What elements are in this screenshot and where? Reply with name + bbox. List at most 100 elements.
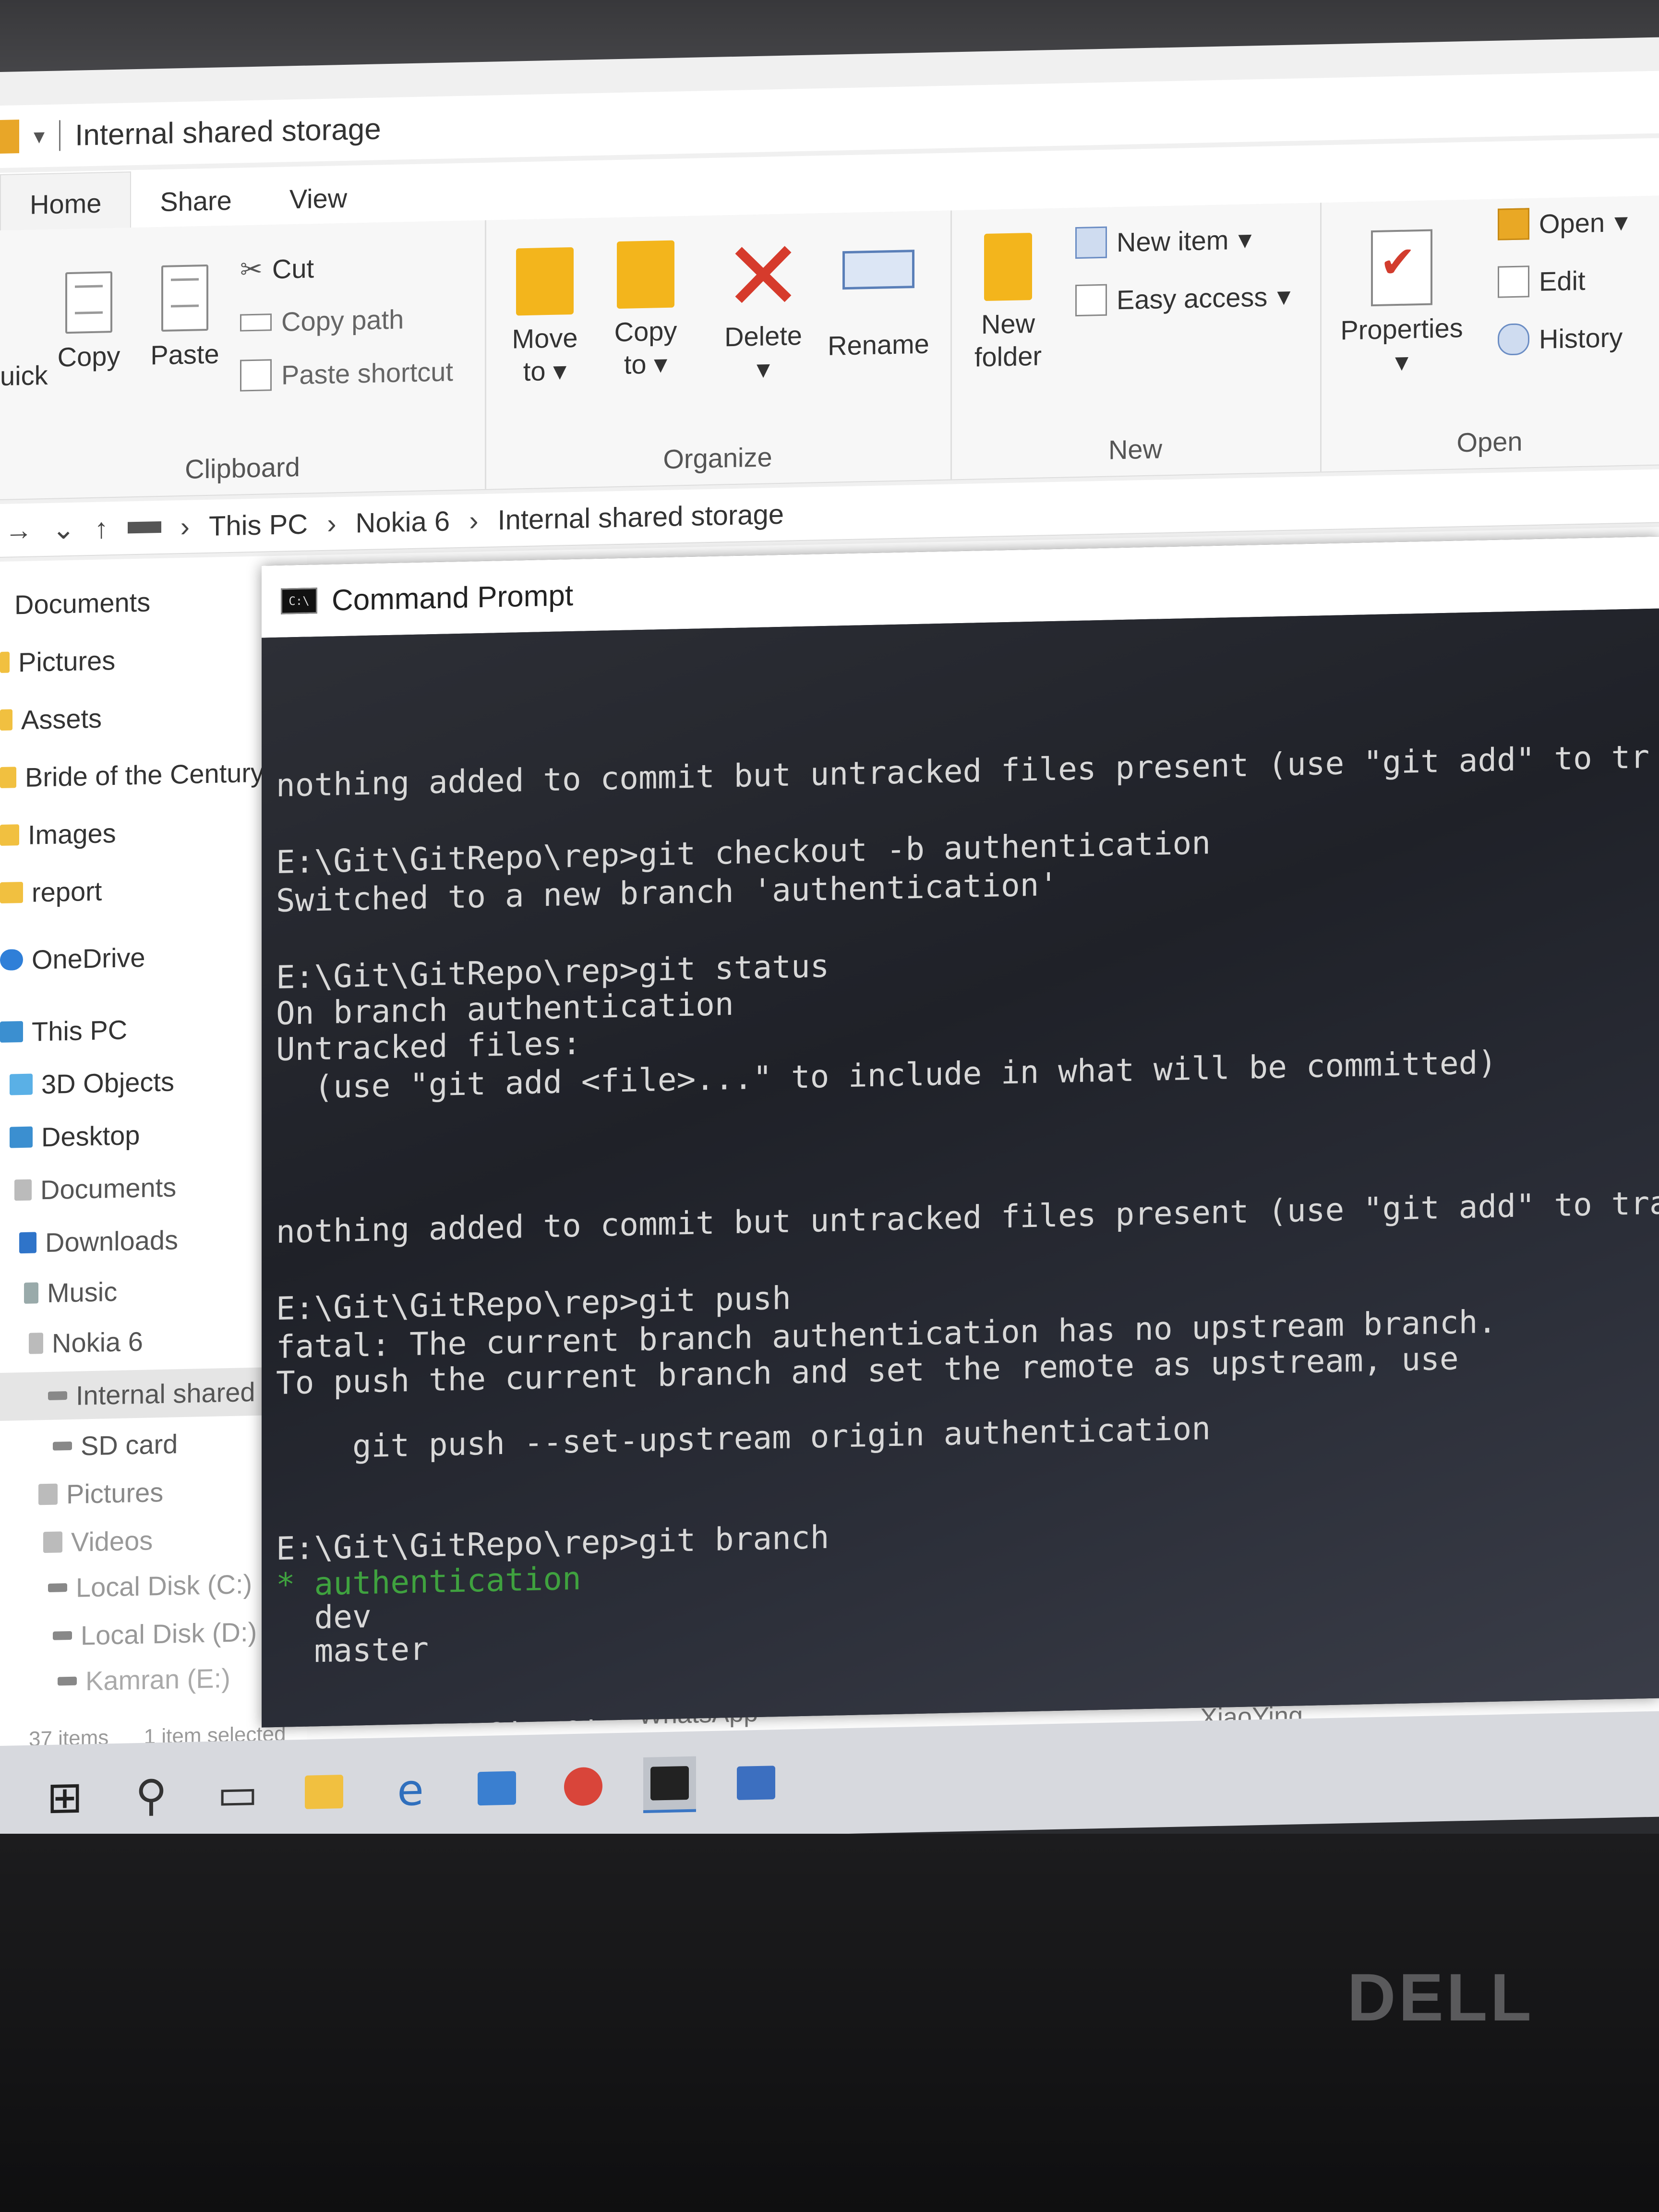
rename-button[interactable]: Rename: [821, 230, 936, 362]
open-button[interactable]: Open ▾: [1498, 206, 1628, 240]
properties-label: Properties: [1340, 313, 1463, 346]
copy-to-label: Copy to: [614, 315, 677, 380]
tab-share[interactable]: Share: [131, 184, 260, 228]
navigation-pane: Documents Pictures Assets Bride of the C…: [0, 555, 355, 1824]
properties-button[interactable]: Properties▾: [1330, 228, 1474, 380]
pin-quick-access-button[interactable]: uick: [0, 359, 48, 393]
nav-item-pictures[interactable]: Pictures: [0, 632, 307, 686]
search-icon[interactable]: ⚲: [125, 1768, 178, 1822]
nav-item-report[interactable]: report: [0, 863, 307, 917]
breadcrumb-this-pc[interactable]: This PC: [209, 508, 308, 542]
tab-view[interactable]: View: [261, 182, 376, 225]
delete-icon: ✕: [723, 219, 804, 334]
edit-button[interactable]: Edit: [1498, 264, 1586, 298]
new-folder-icon: [984, 232, 1032, 301]
nav-item-label: Local Disk (D:): [81, 1616, 257, 1650]
history-label: History: [1539, 322, 1623, 354]
task-view-icon[interactable]: ▭: [211, 1767, 264, 1821]
new-item-label: New item: [1117, 224, 1229, 257]
easy-access-label: Easy access: [1117, 281, 1268, 315]
nav-item-label: Pictures: [18, 645, 116, 677]
paste-shortcut-icon: [240, 359, 272, 392]
nav-item-label: Documents: [14, 586, 151, 620]
easy-access-button[interactable]: Easy access ▾: [1075, 280, 1290, 317]
nav-item-this-pc[interactable]: This PC: [0, 1002, 307, 1056]
folder-icon: [0, 767, 16, 788]
desktop-icon: [10, 1126, 33, 1148]
nav-item-label: This PC: [32, 1014, 128, 1047]
new-group-label: New: [1108, 433, 1163, 465]
sd-card-icon: [53, 1441, 72, 1451]
nav-item-images[interactable]: Images: [0, 805, 307, 859]
edge-browser-icon[interactable]: e: [384, 1763, 437, 1817]
hard-drive-icon: [58, 1676, 77, 1686]
store-icon[interactable]: [470, 1761, 523, 1815]
breadcrumb-separator-icon: ›: [180, 511, 190, 542]
open-group-label: Open: [1456, 426, 1523, 458]
move-to-button[interactable]: Move to ▾: [499, 247, 590, 388]
terminal-line: nothing added to commit but untracked fi…: [276, 738, 1649, 804]
ribbon: uick Copy Paste ✂ Cut Copy path Paste sh…: [0, 195, 1659, 500]
terminal-line: master: [276, 1630, 429, 1671]
copy-path-label: Copy path: [281, 304, 404, 337]
copy-to-button[interactable]: Copy to ▾: [600, 240, 691, 382]
quick-access-dropdown-icon[interactable]: ▾: [34, 123, 45, 149]
paste-shortcut-button[interactable]: Paste shortcut: [240, 355, 453, 392]
nav-item-label: Downloads: [45, 1224, 179, 1258]
copy-button[interactable]: Copy: [53, 271, 125, 374]
hard-drive-icon: [53, 1631, 72, 1640]
clipboard-group: uick Copy Paste ✂ Cut Copy path Paste sh…: [0, 220, 486, 500]
copy-path-button[interactable]: Copy path: [240, 303, 404, 338]
windows-start-icon[interactable]: ⊞: [38, 1770, 91, 1824]
terminal-output[interactable]: nothing added to commit but untracked fi…: [262, 608, 1659, 1728]
history-button[interactable]: History: [1498, 321, 1623, 356]
cmd-window-title: Command Prompt: [332, 578, 574, 617]
new-group: New folder New item ▾ Easy access ▾ New: [950, 203, 1322, 480]
dell-logo: DELL: [1347, 1960, 1534, 2035]
command-prompt-window[interactable]: C:\ Command Prompt nothing added to comm…: [262, 536, 1659, 1728]
drive-icon: [127, 521, 161, 534]
cut-button[interactable]: ✂ Cut: [240, 252, 314, 285]
word-icon[interactable]: [730, 1756, 782, 1810]
computer-icon: [0, 1021, 23, 1043]
nav-item-label: report: [32, 876, 102, 908]
delete-button[interactable]: ✕ Delete ▾: [715, 219, 811, 386]
paste-button[interactable]: Paste: [144, 264, 226, 372]
command-prompt-taskbar-icon[interactable]: [643, 1756, 696, 1813]
organize-group-label: Organize: [663, 442, 772, 475]
3d-objects-icon: [10, 1073, 33, 1095]
screen: ▾ Internal shared storage Home Share Vie…: [0, 37, 1659, 1824]
nav-item-bride-of-the-century[interactable]: Bride of the Century: [0, 747, 307, 802]
new-folder-button[interactable]: New folder: [960, 232, 1056, 374]
breadcrumb-separator-icon: ›: [469, 505, 479, 537]
file-explorer-icon[interactable]: [298, 1765, 350, 1819]
current-branch-line: * authentication: [276, 1560, 581, 1603]
breadcrumb-internal-storage[interactable]: Internal shared storage: [498, 498, 784, 536]
forward-icon[interactable]: →: [5, 514, 33, 546]
divider: [59, 120, 61, 151]
edit-label: Edit: [1539, 265, 1586, 297]
terminal-line: E:\Git\GitRepo\rep>git branch: [276, 1518, 830, 1567]
delete-label: Delete: [724, 320, 802, 352]
phone-icon: [29, 1333, 43, 1354]
nav-item-label: Desktop: [41, 1119, 140, 1152]
copy-label: Copy: [57, 340, 120, 373]
recent-locations-icon[interactable]: ⌄: [52, 513, 75, 546]
new-item-button[interactable]: New item ▾: [1075, 223, 1252, 259]
history-icon: [1498, 323, 1529, 356]
folder-icon: [0, 120, 19, 154]
copy-to-icon: [617, 240, 674, 309]
music-note-icon: [24, 1282, 38, 1304]
tab-home[interactable]: Home: [0, 171, 132, 230]
storage-drive-icon: [48, 1391, 67, 1400]
breadcrumb-nokia-6[interactable]: Nokia 6: [356, 505, 450, 539]
nav-item-label: Assets: [21, 703, 102, 735]
copy-icon: [65, 271, 112, 334]
nav-item-assets[interactable]: Assets: [0, 690, 307, 744]
up-arrow-icon[interactable]: ↑: [95, 512, 108, 545]
terminal-line: nothing added to commit but untracked fi…: [276, 1184, 1659, 1250]
pin-quick-access-label: uick: [0, 360, 48, 391]
nav-item-onedrive[interactable]: OneDrive: [0, 930, 307, 984]
folder-icon: [0, 881, 23, 903]
chrome-icon[interactable]: [557, 1759, 610, 1813]
